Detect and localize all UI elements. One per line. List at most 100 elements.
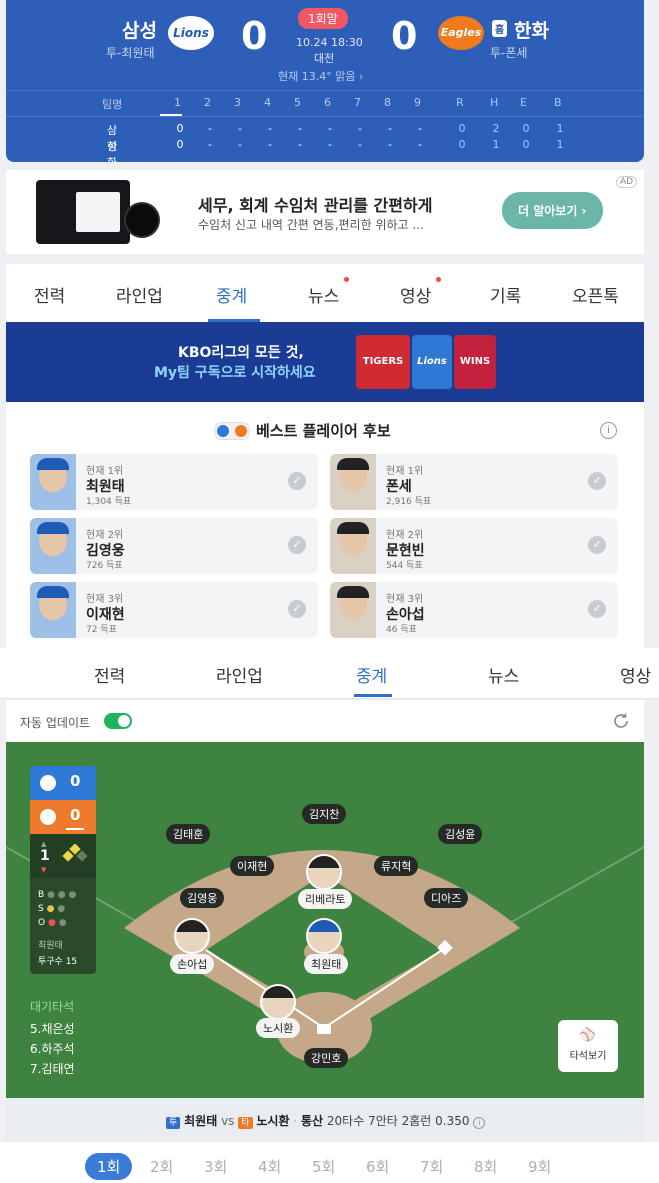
tab-video[interactable]: 영상 — [400, 282, 431, 307]
inning-tab[interactable]: 3회 — [204, 1156, 227, 1177]
linescore-header-cell: 7 — [354, 96, 361, 109]
fielder-second[interactable]: 류지혁 — [374, 856, 419, 876]
linescore-cell: - — [298, 138, 302, 151]
linescore-cell: - — [388, 122, 392, 135]
tab-records[interactable]: 기록 — [490, 282, 521, 307]
best-player-title: 베스트 플레이어 후보 — [256, 422, 391, 440]
fielder-catcher[interactable]: 강민호 — [304, 1048, 349, 1068]
player-photo — [30, 582, 76, 638]
batter-badge: 타 — [238, 1117, 253, 1129]
ad-learn-more-button[interactable]: 더 알아보기 › — [502, 192, 603, 229]
tab-live[interactable]: 중계 — [356, 662, 387, 687]
batter-label[interactable]: 노시환 — [256, 1018, 301, 1038]
vote-check-icon[interactable]: ✓ — [588, 536, 606, 554]
view-at-bat-button[interactable]: ⚾ 타석보기 — [558, 1020, 618, 1072]
player-card[interactable]: 현재 3위 이재현 72 득표 ✓ — [30, 582, 318, 638]
linescore-cell: - — [418, 122, 422, 135]
info-icon[interactable]: i — [600, 422, 617, 439]
batter-avatar[interactable] — [260, 984, 296, 1020]
fielder-center[interactable]: 김지찬 — [302, 804, 347, 824]
linescore-header-cell: 4 — [264, 96, 271, 109]
pitcher-label[interactable]: 최원태 — [304, 954, 349, 974]
tigers-logo-icon: TIGERS — [356, 335, 410, 389]
linescore-cell: 1 — [492, 138, 500, 151]
tab-lineup-power[interactable]: 전력 — [34, 282, 65, 307]
auto-update-toggle[interactable] — [104, 713, 132, 729]
waiting-batter: 6.하주석 — [30, 1042, 75, 1056]
pitcher-avatar[interactable] — [306, 918, 342, 954]
inning-tab[interactable]: 8회 — [474, 1156, 497, 1177]
bases-diamond-icon — [62, 844, 88, 862]
tab-lineup[interactable]: 라인업 — [216, 662, 263, 687]
banner-line2: My팀 구독으로 시작하세요 — [154, 365, 316, 381]
inning-tab[interactable]: 2회 — [150, 1156, 173, 1177]
fielder-third[interactable]: 김영웅 — [180, 888, 225, 908]
vote-check-icon[interactable]: ✓ — [288, 536, 306, 554]
runner-second-label[interactable]: 리베라토 — [298, 889, 353, 909]
linescore-cell: - — [208, 122, 212, 135]
vote-check-icon[interactable]: ✓ — [588, 600, 606, 618]
player-rank: 현재 2위 — [386, 530, 424, 541]
best-player-section: 베스트 플레이어 후보 i 현재 1위 최원태 1,304 득표 ✓ 현재 1위… — [6, 402, 644, 648]
game-datetime: 10.24 18:30 — [296, 36, 363, 49]
player-card[interactable]: 현재 2위 김영웅 726 득표 ✓ — [30, 518, 318, 574]
tab-news[interactable]: 뉴스 — [488, 662, 519, 687]
lions-small-logo-icon — [40, 775, 56, 791]
inning-tab[interactable]: 6회 — [366, 1156, 389, 1177]
ad-banner[interactable]: 세무, 회계 수임처 관리를 간편하게 수임처 신고 내역 간편 연동,편리한 … — [6, 170, 644, 254]
linescore-cell: 0 — [522, 138, 530, 151]
ad-description: 수임처 신고 내역 간편 연동,편리한 위하고 ... — [198, 218, 424, 232]
player-card[interactable]: 현재 1위 최원태 1,304 득표 ✓ — [30, 454, 318, 510]
linescore-cell: - — [268, 138, 272, 151]
linescore-cell: - — [358, 122, 362, 135]
vote-check-icon[interactable]: ✓ — [288, 600, 306, 618]
linescore-header-cell: 8 — [384, 96, 391, 109]
player-photo — [330, 582, 376, 638]
fielder-left[interactable]: 김태훈 — [166, 824, 211, 844]
inning-tab[interactable]: 4회 — [258, 1156, 281, 1177]
stats-info-icon[interactable]: i — [473, 1117, 486, 1129]
player-rank: 현재 2위 — [86, 530, 124, 541]
fielder-first[interactable]: 디아즈 — [424, 888, 469, 908]
fielder-right[interactable]: 김성윤 — [438, 824, 483, 844]
linescore-header-cell: B — [554, 96, 562, 109]
inning-number: 1 — [40, 848, 50, 864]
linescore-cell: - — [238, 138, 242, 151]
runner-second-avatar[interactable] — [306, 854, 342, 890]
refresh-icon[interactable] — [612, 712, 630, 730]
tab-lineup[interactable]: 라인업 — [116, 282, 163, 307]
fielder-shortstop[interactable]: 이재현 — [230, 856, 275, 876]
tab-lineup-power[interactable]: 전력 — [94, 662, 125, 687]
player-votes: 1,304 득표 — [86, 497, 132, 507]
player-card[interactable]: 현재 2위 문현빈 544 득표 ✓ — [330, 518, 618, 574]
game-venue: 대전 — [314, 52, 335, 65]
player-card[interactable]: 현재 3위 손아섭 46 득표 ✓ — [330, 582, 618, 638]
linescore-cell: 0 — [458, 138, 466, 151]
player-name: 손아섭 — [386, 607, 425, 623]
linescore-header-cell: 6 — [324, 96, 331, 109]
my-team-subscribe-banner[interactable]: KBO리그의 모든 것, My팀 구독으로 시작하세요 TIGERS Lions… — [6, 322, 644, 402]
tab-news[interactable]: 뉴스 — [308, 282, 339, 307]
inning-tab[interactable]: 7회 — [420, 1156, 443, 1177]
linescore-cell: - — [358, 138, 362, 151]
inning-tab[interactable]: 5회 — [312, 1156, 335, 1177]
runner-third-avatar[interactable] — [174, 918, 210, 954]
vote-check-icon[interactable]: ✓ — [288, 472, 306, 490]
runner-third-label[interactable]: 손아섭 — [170, 954, 215, 974]
matchup-vs: vs — [221, 1114, 235, 1128]
inning-tab[interactable]: 1회 — [85, 1153, 133, 1180]
home-state-score: 0 — [70, 806, 81, 824]
vote-check-icon[interactable]: ✓ — [588, 472, 606, 490]
player-card[interactable]: 현재 1위 폰세 2,916 득표 ✓ — [330, 454, 618, 510]
game-state-panel: 0 0 ▲ 1 ▼ B ● ● ● S ● ● O ● ● 최원태 투구수 15 — [30, 766, 96, 974]
linescore-cell: 0 — [176, 138, 184, 151]
waiting-batter: 7.김태연 — [30, 1062, 75, 1076]
weather-link[interactable]: 현재 13.4° 맑음 › — [278, 68, 363, 84]
tab-video[interactable]: 영상 — [620, 662, 651, 687]
state-pitcher-name: 최원태 — [38, 941, 63, 951]
tab-live[interactable]: 중계 — [216, 282, 247, 307]
inning-tab[interactable]: 9회 — [528, 1156, 551, 1177]
home-team-name: 한화 — [514, 20, 549, 42]
tab-open-talk[interactable]: 오픈톡 — [572, 282, 619, 307]
pitcher-badge: 투 — [166, 1117, 181, 1129]
